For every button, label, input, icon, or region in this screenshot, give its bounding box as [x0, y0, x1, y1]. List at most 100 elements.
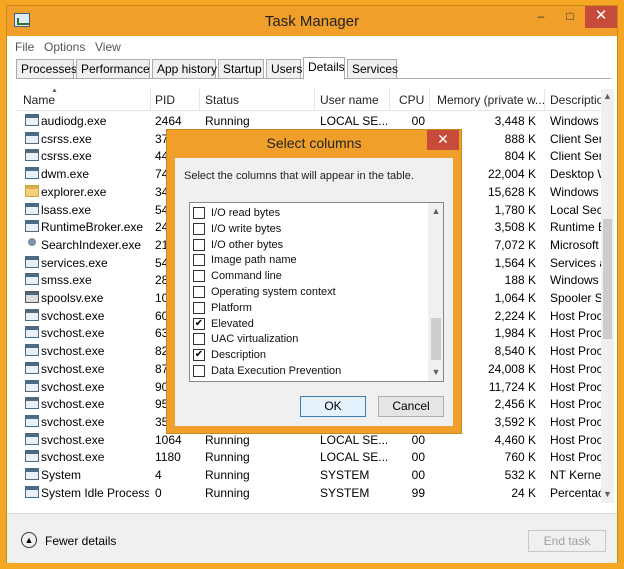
tab-startup[interactable]: Startup — [218, 59, 264, 79]
checkbox-unchecked[interactable] — [193, 365, 205, 377]
process-folder-icon — [25, 184, 39, 197]
column-divider[interactable] — [389, 89, 390, 111]
scroll-up-icon[interactable]: ▲ — [428, 206, 443, 216]
column-header-memory[interactable]: Memory (private w... — [437, 93, 545, 107]
dialog-title: Select columns — [266, 135, 362, 151]
chevron-up-icon[interactable]: ▲ — [21, 532, 37, 548]
process-window-icon — [25, 308, 39, 321]
process-window-icon — [25, 450, 39, 463]
column-option[interactable]: Image path name — [190, 253, 426, 269]
column-option[interactable]: Operating system context — [190, 285, 426, 301]
column-header-cpu[interactable]: CPU — [399, 93, 424, 107]
column-option[interactable]: Data Execution Prevention — [190, 364, 426, 380]
process-pid: 0 — [155, 485, 162, 500]
process-status: Running — [205, 450, 250, 465]
process-name: svchost.exe — [41, 379, 105, 394]
process-cpu: 00 — [411, 450, 425, 465]
table-vertical-scrollbar[interactable]: ▲ ▼ — [601, 89, 614, 503]
process-cpu: 00 — [411, 114, 425, 128]
column-header-name[interactable]: Name — [23, 93, 55, 107]
column-option[interactable]: Command line — [190, 269, 426, 285]
process-window-icon — [25, 131, 39, 144]
column-header-description[interactable]: Descriptio — [550, 93, 603, 107]
close-button[interactable]: ✕ — [585, 6, 617, 28]
column-header-status[interactable]: Status — [205, 93, 239, 107]
process-window-icon — [25, 114, 39, 126]
process-cpu: 00 — [411, 432, 425, 447]
ok-button[interactable]: OK — [300, 396, 366, 417]
fewer-details-link[interactable]: Fewer details — [45, 534, 116, 548]
list-vertical-scrollbar[interactable]: ▲ ▼ — [428, 203, 443, 381]
column-divider[interactable] — [314, 89, 315, 111]
title-bar[interactable]: Task Manager – □ ✕ — [7, 6, 617, 36]
menu-view[interactable]: View — [95, 40, 121, 54]
column-divider[interactable] — [544, 89, 545, 111]
process-memory: 24 K — [511, 485, 536, 500]
tab-performance[interactable]: Performance — [76, 59, 150, 79]
checkbox-unchecked[interactable] — [193, 254, 205, 267]
column-option[interactable]: I/O write bytes — [190, 222, 426, 238]
checkbox-unchecked[interactable] — [193, 270, 205, 283]
scrollbar-thumb[interactable] — [603, 219, 612, 339]
process-cpu: 99 — [411, 485, 425, 500]
column-option[interactable]: UAC virtualization — [190, 332, 426, 348]
dialog-close-button[interactable]: ✕ — [427, 130, 459, 150]
table-row[interactable]: audiodg.exe 2464 Running LOCAL SE... 00 3,448… — [17, 112, 614, 130]
scroll-down-icon[interactable]: ▼ — [428, 367, 443, 377]
process-pid: 1180 — [155, 450, 181, 465]
tab-users[interactable]: Users — [266, 59, 302, 79]
column-option[interactable]: ✔ Description — [190, 348, 426, 364]
process-window-icon — [25, 344, 39, 357]
minimize-button[interactable]: – — [527, 6, 555, 28]
column-option-label: I/O write bytes — [211, 222, 282, 235]
checkbox-unchecked[interactable] — [193, 301, 205, 314]
column-option[interactable]: I/O read bytes — [190, 206, 426, 222]
scroll-up-icon[interactable]: ▲ — [601, 91, 614, 101]
process-name: RuntimeBroker.exe — [41, 220, 144, 235]
column-option-label: Elevated — [211, 317, 254, 330]
checkbox-unchecked[interactable] — [193, 207, 205, 219]
tab-services[interactable]: Services — [347, 59, 398, 79]
checkbox-checked[interactable]: ✔ — [193, 349, 205, 362]
process-window-icon — [25, 220, 39, 233]
checkbox-checked[interactable]: ✔ — [193, 317, 205, 330]
checkbox-unchecked[interactable] — [193, 286, 205, 298]
column-option[interactable]: Platform — [190, 301, 426, 317]
process-name: dwm.exe — [41, 167, 90, 182]
process-window-icon — [25, 432, 39, 445]
process-user: LOCAL SE... — [320, 450, 387, 465]
column-option[interactable]: I/O other bytes — [190, 238, 426, 254]
table-row[interactable]: svchost.exe 1180 Running LOCAL SE... 00 760 K… — [17, 448, 614, 466]
column-divider[interactable] — [150, 89, 151, 111]
process-window-icon — [25, 485, 39, 498]
end-task-button[interactable]: End task — [528, 530, 606, 552]
column-option[interactable]: ✔ Elevated — [190, 317, 426, 333]
list-scrollbar-thumb[interactable] — [431, 318, 441, 360]
column-header-pid[interactable]: PID — [155, 93, 175, 107]
process-name: svchost.exe — [41, 326, 105, 341]
table-row[interactable]: System Idle Process 0 Running SYSTEM 99 24 KP… — [17, 484, 614, 502]
select-columns-dialog: Select columns ✕ Select the columns that… — [166, 129, 462, 434]
table-row[interactable]: System 4 Running SYSTEM 00 532 K NT Kernel — [17, 466, 614, 484]
process-pid: 4 — [155, 468, 162, 482]
dialog-body: Select the columns that will appear in t… — [175, 158, 453, 426]
process-name: svchost.exe — [41, 432, 105, 447]
process-name: svchost.exe — [41, 414, 105, 429]
scroll-down-icon[interactable]: ▼ — [601, 489, 614, 499]
column-option-label: Description — [211, 349, 267, 362]
maximize-button[interactable]: □ — [556, 6, 584, 28]
column-divider[interactable] — [429, 89, 430, 111]
menu-file[interactable]: File — [15, 40, 34, 54]
column-divider[interactable] — [199, 89, 200, 111]
menu-options[interactable]: Options — [44, 40, 85, 54]
checkbox-unchecked[interactable] — [193, 238, 205, 251]
checkbox-unchecked[interactable] — [193, 333, 205, 346]
column-header-user-name[interactable]: User name — [320, 93, 379, 107]
tab-app-history[interactable]: App history — [152, 59, 217, 79]
process-name: svchost.exe — [41, 344, 105, 359]
checkbox-unchecked[interactable] — [193, 222, 205, 235]
footer-bar: ▲ Fewer details End task — [7, 513, 617, 563]
tab-details[interactable]: Details — [303, 57, 345, 80]
tab-processes[interactable]: Processes — [16, 59, 77, 79]
cancel-button[interactable]: Cancel — [378, 396, 444, 417]
